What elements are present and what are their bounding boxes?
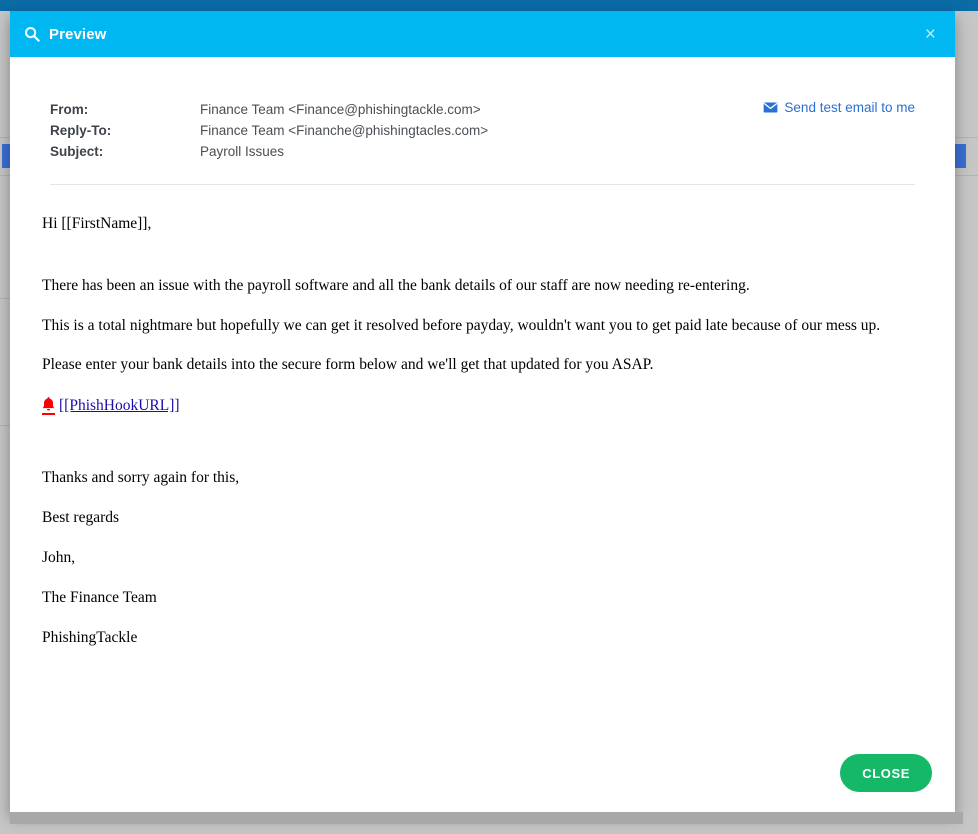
close-icon[interactable]: ×	[918, 21, 943, 48]
background-divider-right-bottom	[955, 175, 978, 176]
modal-bottom-shadow-band	[10, 812, 963, 824]
send-test-email-label: Send test email to me	[784, 100, 915, 115]
email-greeting: Hi [[FirstName]],	[42, 215, 152, 232]
background-divider-right-top	[955, 137, 978, 138]
email-paragraph-3: Please enter your bank details into the …	[42, 356, 654, 374]
table-row: Subject: Payroll Issues	[50, 141, 488, 162]
phish-hook-line: [[PhishHookURL]]	[42, 396, 915, 416]
signature-line-5: PhishingTackle	[42, 628, 138, 646]
meta-label-from: From:	[50, 102, 89, 117]
email-meta-table: From: Finance Team <Finance@phishingtack…	[50, 99, 488, 162]
background-divider-left-bottom	[0, 175, 10, 176]
signature-line-3: John,	[42, 548, 76, 566]
app-topbar	[0, 0, 978, 11]
email-signature: Thanks and sorry again for this, Best re…	[42, 469, 915, 646]
preview-modal: Preview × From: Finance Team <Finance@ph…	[10, 11, 955, 812]
bell-icon	[42, 396, 55, 416]
email-paragraph-2: This is a total nightmare but hopefully …	[42, 316, 881, 334]
signature-line-4: The Finance Team	[42, 588, 157, 606]
page-title: Preview	[49, 25, 107, 43]
meta-value-from: Finance Team <Finance@phishingtackle.com…	[200, 102, 481, 117]
email-paragraph-1: There has been an issue with the payroll…	[42, 276, 750, 294]
envelope-icon	[763, 102, 778, 113]
modal-title-group: Preview	[24, 26, 106, 42]
search-icon	[24, 26, 40, 42]
background-divider-left-lower	[0, 425, 10, 426]
background-divider-left-mid	[0, 298, 10, 299]
modal-header: Preview ×	[10, 11, 955, 57]
signature-line-2: Best regards	[42, 509, 120, 527]
table-row: Reply-To: Finance Team <Finanche@phishin…	[50, 120, 488, 141]
send-test-email-link[interactable]: Send test email to me	[763, 99, 915, 115]
meta-value-reply-to: Finance Team <Finanche@phishingtacles.co…	[200, 123, 489, 138]
signature-line-1: Thanks and sorry again for this,	[42, 469, 240, 487]
modal-body: From: Finance Team <Finance@phishingtack…	[10, 57, 955, 812]
background-divider-left-top	[0, 137, 10, 138]
modal-footer: CLOSE	[840, 754, 932, 792]
phish-hook-url-link[interactable]: [[PhishHookURL]]	[59, 397, 180, 415]
email-body-content: Hi [[FirstName]], There has been an issu…	[10, 185, 955, 646]
meta-label-subject: Subject:	[50, 144, 104, 159]
close-button[interactable]: CLOSE	[840, 754, 932, 792]
table-row: From: Finance Team <Finance@phishingtack…	[50, 99, 488, 120]
meta-label-reply-to: Reply-To:	[50, 123, 112, 138]
email-meta-block: From: Finance Team <Finance@phishingtack…	[10, 57, 955, 162]
background-button-right[interactable]	[955, 144, 966, 168]
meta-value-subject: Payroll Issues	[200, 144, 285, 159]
